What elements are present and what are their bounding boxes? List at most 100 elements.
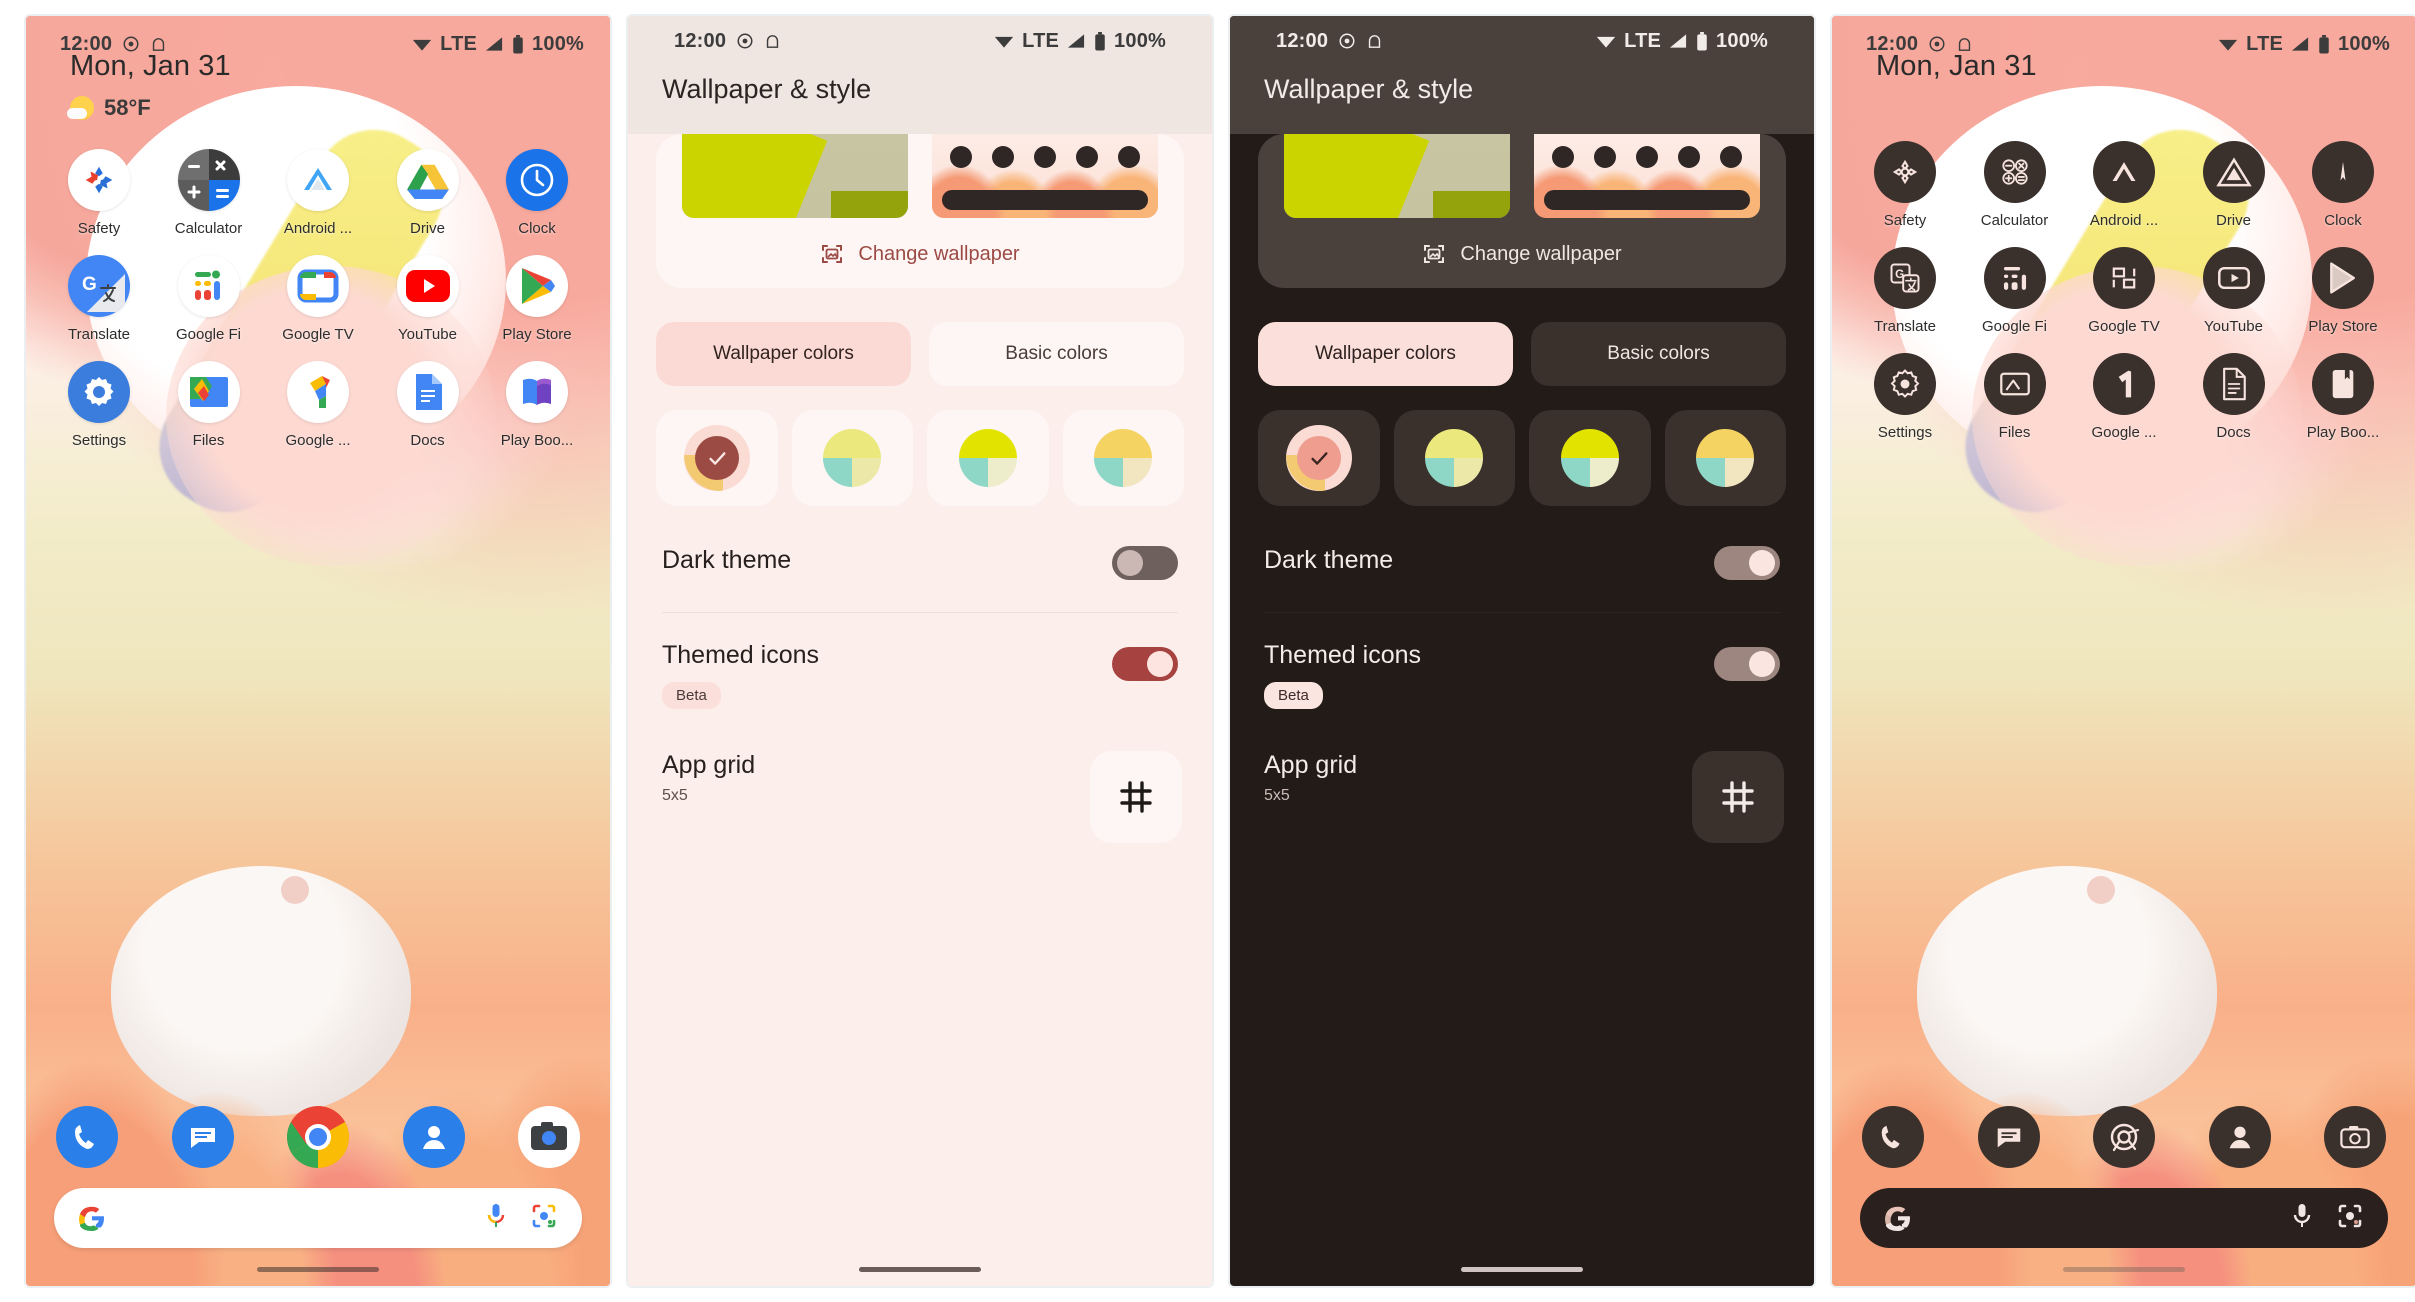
messages-icon[interactable] (171, 1106, 234, 1168)
google-lens-icon[interactable] (530, 1202, 558, 1235)
phone-icon[interactable] (56, 1106, 118, 1168)
app-docs[interactable]: Docs (379, 361, 477, 449)
app-play-books[interactable]: Play Boo... (2294, 353, 2392, 441)
home-gesture-pill[interactable] (257, 1267, 379, 1272)
app-drive[interactable]: Drive (2185, 141, 2283, 229)
google-lens-icon[interactable] (2336, 1202, 2364, 1235)
status-time: 12:00 (674, 29, 727, 52)
clock-icon (2312, 141, 2374, 203)
app-translate[interactable]: G Translate (1856, 247, 1954, 335)
app-android-auto[interactable]: Android ... (269, 149, 367, 237)
swatch-4[interactable] (1062, 410, 1184, 506)
files-icon (1983, 353, 2046, 415)
swatch-4[interactable] (1664, 410, 1786, 506)
themed-icons-toggle[interactable] (1112, 647, 1178, 681)
app-label: YouTube (2204, 318, 2263, 335)
chrome-icon[interactable] (287, 1106, 349, 1168)
tab-wallpaper-colors[interactable]: Wallpaper colors (656, 322, 911, 386)
homescreen-preview-thumb[interactable] (1534, 134, 1760, 218)
microphone-icon[interactable] (484, 1202, 508, 1235)
row-app-grid[interactable]: App grid 5x5 (1230, 751, 1814, 843)
app-youtube[interactable]: YouTube (2185, 247, 2283, 335)
messages-icon[interactable] (1977, 1106, 2040, 1168)
app-play-store[interactable]: Play Store (2294, 247, 2392, 335)
lockscreen-preview-thumb[interactable] (1284, 134, 1510, 218)
app-label: Android ... (283, 220, 353, 237)
home-gesture-pill[interactable] (859, 1267, 981, 1272)
grid-hash-icon[interactable] (1090, 751, 1182, 843)
settings-scroll-body[interactable]: Change wallpaper Wallpaper colors Basic … (1230, 134, 1814, 1286)
status-battery: 100% (532, 32, 584, 55)
google-docs-icon (396, 361, 459, 423)
status-time: 12:00 (60, 32, 113, 55)
app-google-tv[interactable]: Google TV (269, 255, 367, 343)
microphone-icon[interactable] (2290, 1202, 2314, 1235)
app-files[interactable]: Files (160, 361, 258, 449)
app-calculator[interactable]: Calculator (1966, 141, 2064, 229)
row-themed-icons[interactable]: Themed icons Beta (1230, 641, 1814, 709)
google-one-icon (2093, 353, 2155, 415)
app-play-books[interactable]: Play Boo... (488, 361, 586, 449)
change-wallpaper-button[interactable]: Change wallpaper (656, 242, 1184, 266)
app-settings[interactable]: Settings (50, 361, 148, 449)
app-google-fi[interactable]: Google Fi (160, 255, 258, 343)
home-gesture-pill[interactable] (1461, 1267, 1583, 1272)
change-wallpaper-button[interactable]: Change wallpaper (1258, 242, 1786, 266)
app-google-fi[interactable]: Google Fi (1966, 247, 2064, 335)
google-search-bar[interactable] (1860, 1188, 2388, 1248)
app-play-store[interactable]: Play Store (488, 255, 586, 343)
wallpaper-preview-card[interactable]: Change wallpaper (656, 134, 1184, 288)
wallpaper-preview-card[interactable]: Change wallpaper (1258, 134, 1786, 288)
tab-wallpaper-colors[interactable]: Wallpaper colors (1258, 322, 1513, 386)
camera-icon[interactable] (518, 1106, 580, 1168)
app-translate[interactable]: G Translate (50, 255, 148, 343)
app-safety[interactable]: Safety (1856, 141, 1954, 229)
app-files[interactable]: Files (1966, 353, 2064, 441)
contacts-icon[interactable] (2208, 1106, 2271, 1168)
lockscreen-preview-thumb[interactable] (682, 134, 908, 218)
chrome-icon[interactable] (2093, 1106, 2155, 1168)
row-app-grid[interactable]: App grid 5x5 (628, 751, 1212, 843)
app-google-tv[interactable]: Google TV (2075, 247, 2173, 335)
camera-icon[interactable] (2324, 1106, 2386, 1168)
app-settings[interactable]: Settings (1856, 353, 1954, 441)
app-clock[interactable]: Clock (2294, 141, 2392, 229)
location-icon (1929, 36, 1945, 52)
app-drive[interactable]: Drive (379, 149, 477, 237)
play-books-icon (2312, 353, 2374, 415)
swatch-selected[interactable] (1258, 410, 1380, 506)
swatch-2[interactable] (1393, 410, 1515, 506)
row-themed-icons[interactable]: Themed icons Beta (628, 641, 1212, 709)
swatch-3[interactable] (1529, 410, 1651, 506)
app-android-auto[interactable]: Android ... (2075, 141, 2173, 229)
row-dark-theme[interactable]: Dark theme (628, 546, 1212, 580)
home-gesture-pill[interactable] (2063, 1267, 2185, 1272)
themed-icons-toggle[interactable] (1714, 647, 1780, 681)
swatch-selected[interactable] (656, 410, 778, 506)
homescreen-preview-thumb[interactable] (932, 134, 1158, 218)
app-grid-title: App grid (662, 751, 756, 779)
grid-hash-icon[interactable] (1692, 751, 1784, 843)
app-docs[interactable]: Docs (2185, 353, 2283, 441)
app-calculator[interactable]: Calculator (160, 149, 258, 237)
app-youtube[interactable]: YouTube (379, 255, 477, 343)
home-screen: Mon, Jan 31 58°F Safety Calculator Andro… (26, 16, 610, 1286)
swatch-3[interactable] (927, 410, 1049, 506)
app-google-one[interactable]: Google ... (269, 361, 367, 449)
swatch-2[interactable] (791, 410, 913, 506)
phone-icon[interactable] (1862, 1106, 1924, 1168)
contacts-icon[interactable] (402, 1106, 465, 1168)
app-grid: Safety Calculator Android ... Drive Cloc… (1832, 141, 2415, 441)
app-clock[interactable]: Clock (488, 149, 586, 237)
page-title: Wallpaper & style (1264, 74, 1474, 104)
tab-basic-colors[interactable]: Basic colors (929, 322, 1184, 386)
app-safety[interactable]: Safety (50, 149, 148, 237)
google-search-bar[interactable] (54, 1188, 582, 1248)
settings-scroll-body[interactable]: Change wallpaper Wallpaper colors Basic … (628, 134, 1212, 1286)
row-dark-theme[interactable]: Dark theme (1230, 546, 1814, 580)
dark-theme-toggle[interactable] (1714, 546, 1780, 580)
row-title: Themed icons (662, 641, 820, 669)
tab-basic-colors[interactable]: Basic colors (1531, 322, 1786, 386)
app-google-one[interactable]: Google ... (2075, 353, 2173, 441)
dark-theme-toggle[interactable] (1112, 546, 1178, 580)
